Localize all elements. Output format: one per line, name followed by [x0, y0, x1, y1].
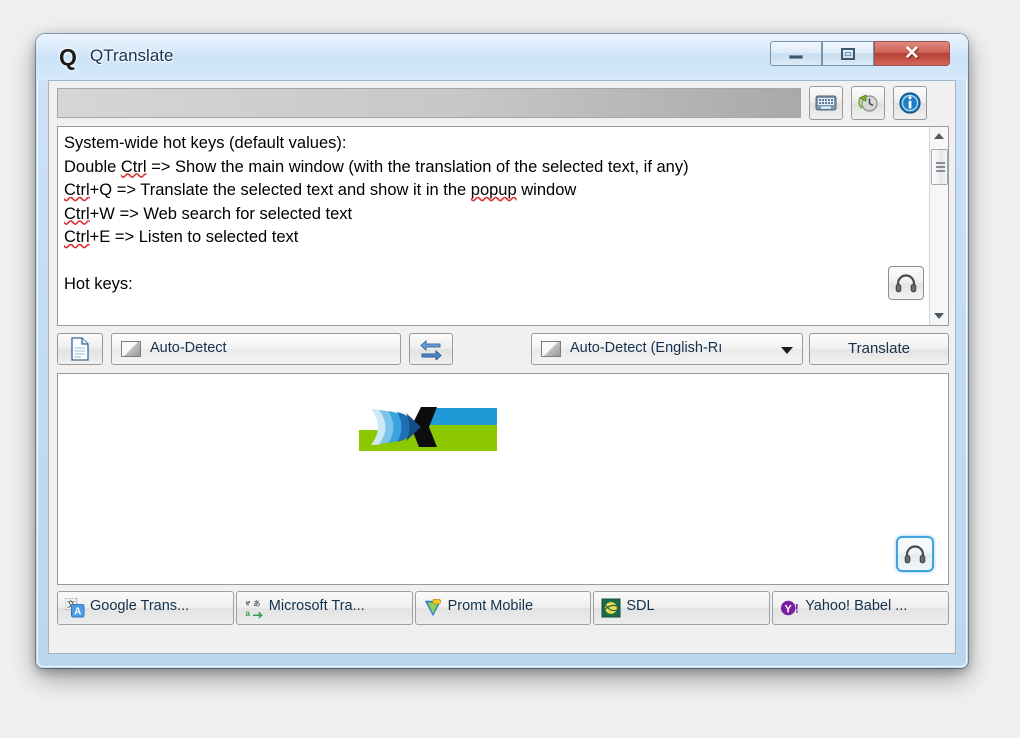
title-bar: Q QTranslate ✕: [36, 34, 968, 80]
history-icon: [858, 94, 878, 112]
source-language-label: Auto-Detect: [150, 340, 227, 356]
app-logo-icon: Q: [59, 44, 77, 70]
scroll-up-button[interactable]: [930, 127, 948, 145]
service-tab-microsoft[interactable]: ኛ あ a Microsoft Tra...: [235, 591, 413, 625]
maximize-button[interactable]: [822, 41, 874, 66]
service-tab-bar: 文 A Google Trans... ኛ あ a Microsoft Tra.…: [57, 591, 949, 625]
text-run: Double: [64, 157, 121, 176]
language-flag-icon: [541, 341, 561, 357]
google-translate-icon: 文 A: [65, 598, 85, 618]
toolbar: [49, 81, 955, 129]
chevron-up-icon: [934, 133, 944, 139]
text-run: window: [516, 181, 577, 199]
swap-arrows-icon: [420, 339, 442, 360]
service-tab-sdl[interactable]: SDL: [593, 591, 771, 625]
service-tab-yahoo[interactable]: Y ! Yahoo! Babel ...: [772, 591, 949, 625]
keyboard-icon: [815, 95, 837, 111]
scroll-down-button[interactable]: [930, 307, 948, 325]
minimize-icon: [789, 55, 803, 60]
promt-mobile-icon: [424, 599, 441, 617]
text-run: +E => Listen to selected text: [89, 228, 299, 246]
language-flag-icon: [121, 341, 141, 357]
chevron-down-icon: [934, 313, 944, 319]
application-window: Q QTranslate ✕ System-wide hot keys (def…: [36, 34, 968, 668]
source-text-area[interactable]: System-wide hot keys (default values): Do…: [57, 126, 949, 326]
service-tab-google[interactable]: 文 A Google Trans...: [57, 591, 234, 625]
misspelled-word: popup: [470, 181, 517, 199]
translate-button[interactable]: Translate: [809, 333, 949, 365]
chevron-down-icon: [781, 347, 793, 354]
text-run: Hot keys:: [64, 275, 133, 293]
language-bar: Auto-Detect Auto-Detect (English-Rı Tran…: [57, 333, 949, 367]
target-language-label: Auto-Detect (English-Rı: [570, 340, 723, 356]
text-run: +Q => Translate the selected text and sh…: [89, 181, 471, 199]
window-title: QTranslate: [90, 46, 174, 65]
maximize-icon: [841, 47, 855, 60]
close-button[interactable]: ✕: [874, 41, 950, 66]
service-tab-label: Promt Mobile: [447, 598, 534, 614]
headphones-icon: [895, 274, 917, 293]
svg-text:A: A: [74, 606, 81, 617]
misspelled-word: Ctrl: [120, 157, 147, 176]
sdl-icon: [601, 598, 621, 618]
misspelled-word: Ctrl: [64, 228, 90, 246]
translation-output-area[interactable]: [57, 373, 949, 585]
text-run: System-wide hot keys (default values):: [64, 134, 347, 152]
headphones-icon: [904, 545, 926, 564]
client-area: System-wide hot keys (default values): Do…: [48, 80, 956, 654]
microsoft-translator-icon: ኛ あ a: [245, 599, 263, 618]
new-document-button[interactable]: [57, 333, 103, 365]
text-run: +W => Web search for selected text: [89, 204, 353, 223]
source-scrollbar[interactable]: [929, 127, 948, 325]
source-language-combo[interactable]: Auto-Detect: [111, 333, 401, 365]
search-input[interactable]: [57, 88, 801, 118]
document-icon: [71, 337, 89, 361]
misspelled-word: Ctrl: [64, 181, 90, 199]
listen-source-button[interactable]: [888, 266, 924, 300]
service-tab-label: Yahoo! Babel ...: [805, 598, 908, 614]
svg-text:あ: あ: [253, 599, 260, 608]
text-run: => Show the main window (with the transl…: [146, 157, 689, 176]
service-tab-label: SDL: [626, 598, 655, 614]
source-text-content: System-wide hot keys (default values): Do…: [64, 132, 906, 297]
info-icon: [899, 92, 921, 114]
minimize-button[interactable]: [770, 41, 822, 66]
service-tab-promt[interactable]: Promt Mobile: [414, 591, 592, 625]
svg-text:a: a: [245, 609, 250, 618]
virtual-keyboard-button[interactable]: [809, 86, 843, 120]
service-tab-label: Google Trans...: [90, 598, 190, 614]
scrollbar-thumb[interactable]: [931, 149, 948, 185]
listen-translation-button[interactable]: [896, 536, 934, 572]
translate-button-label: Translate: [848, 340, 910, 357]
info-button[interactable]: [893, 86, 927, 120]
svg-text:Y: Y: [785, 604, 793, 616]
history-button[interactable]: [851, 86, 885, 120]
svg-text:!: !: [795, 602, 799, 616]
yahoo-babelfish-icon: Y !: [781, 600, 799, 616]
service-tab-label: Microsoft Tra...: [268, 598, 365, 614]
target-language-combo[interactable]: Auto-Detect (English-Rı: [531, 333, 803, 365]
swap-languages-button[interactable]: [409, 333, 453, 365]
svg-text:ኛ: ኛ: [245, 599, 250, 608]
close-icon: ✕: [904, 43, 920, 64]
misspelled-word: Ctrl: [64, 204, 90, 223]
